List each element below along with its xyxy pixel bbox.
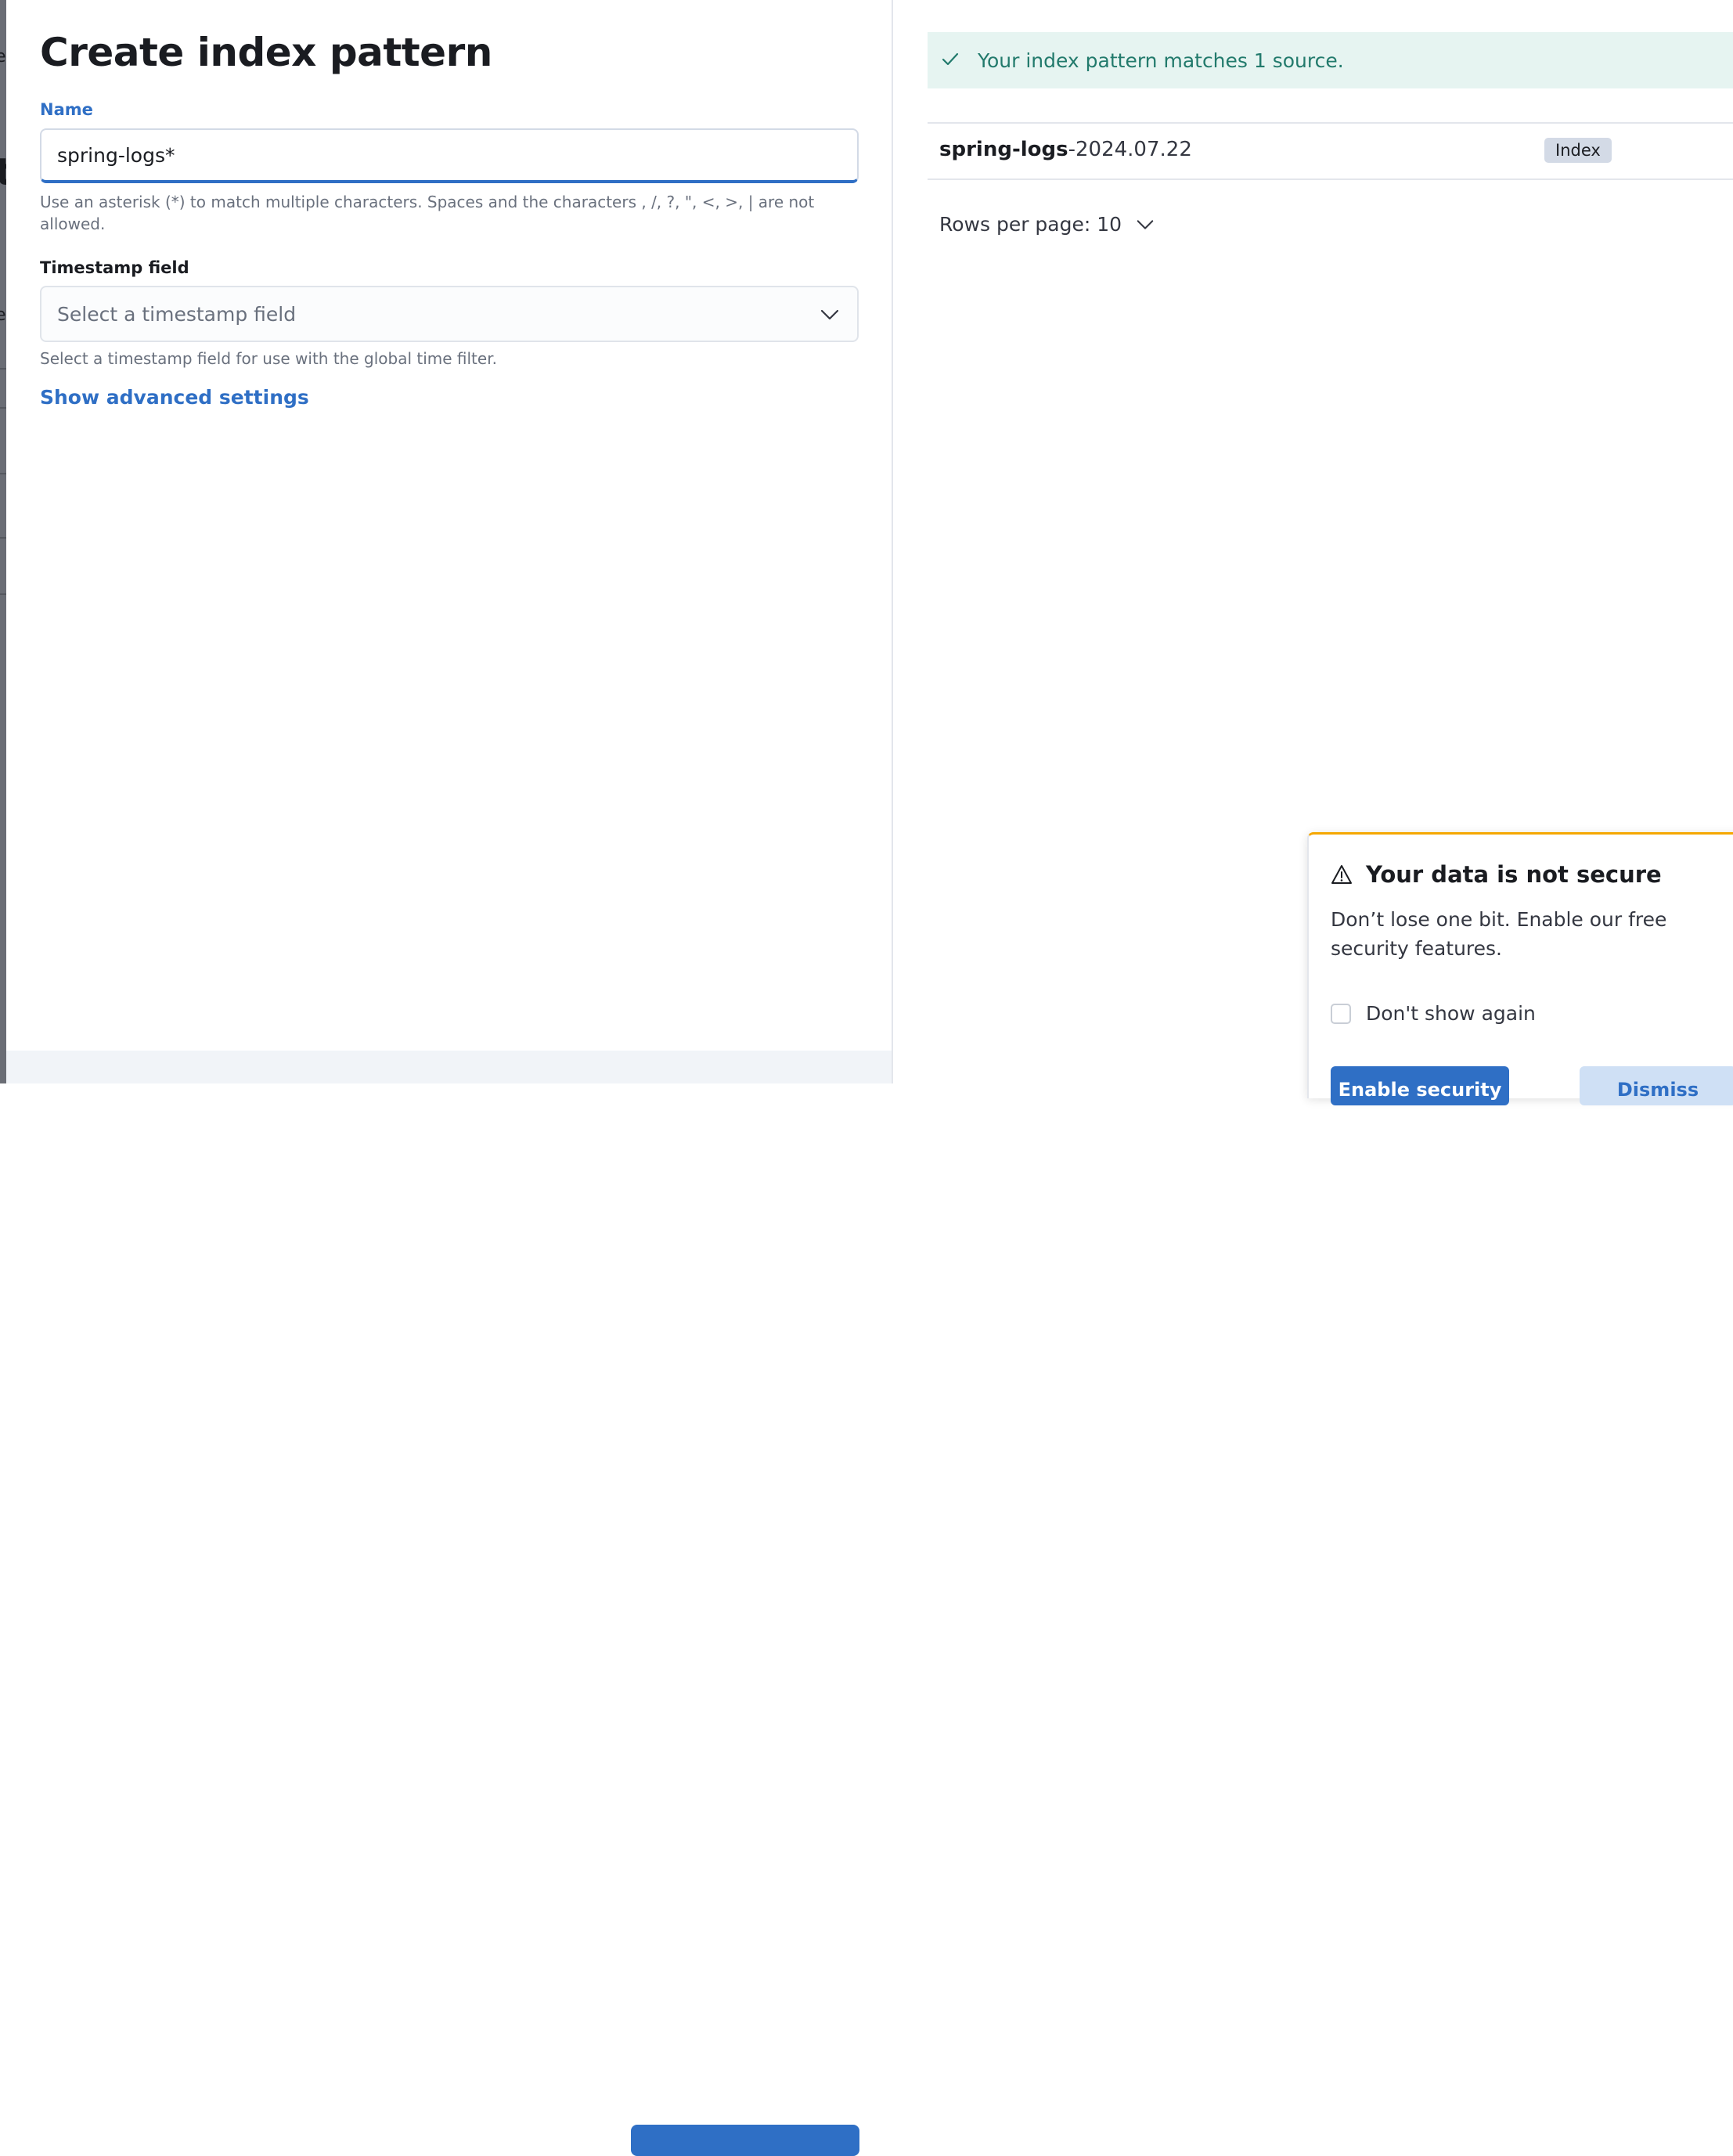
show-advanced-settings-link[interactable]: Show advanced settings [40, 386, 309, 409]
match-success-callout: Your index pattern matches 1 source. [928, 32, 1733, 88]
backdrop-glyph: e [0, 305, 6, 325]
index-pattern-name-input[interactable] [40, 128, 859, 183]
warning-icon [1331, 864, 1353, 888]
backdrop-divider [0, 407, 6, 409]
dont-show-again-checkbox[interactable] [1331, 1004, 1351, 1024]
name-help-text: Use an asterisk (*) to match multiple ch… [40, 193, 815, 233]
table-divider [928, 178, 1733, 180]
source-type-badge: Index [1544, 138, 1612, 163]
form-footer-bar [6, 1051, 892, 2156]
timestamp-field-label: Timestamp field [40, 258, 189, 277]
dont-show-again-label[interactable]: Don't show again [1366, 1002, 1536, 1025]
backdrop-divider [0, 593, 6, 595]
timestamp-field-select[interactable]: Select a timestamp field [40, 286, 859, 342]
source-name-match: spring-logs [939, 138, 1068, 161]
rows-per-page-label: Rows per page: 10 [939, 213, 1122, 236]
backdrop-divider [0, 473, 6, 474]
page-title: Create index pattern [40, 30, 492, 75]
backdrop-glyph: e [0, 47, 6, 67]
toast-body-text: Don’t lose one bit. Enable our free secu… [1331, 908, 1667, 960]
match-message: Your index pattern matches 1 source. [978, 49, 1344, 72]
source-name: spring-logs-2024.07.22 [939, 138, 1192, 161]
backdrop-glyph: t [0, 150, 6, 194]
index-pattern-form-panel: Create index pattern Name Use an asteris… [6, 0, 893, 2156]
toast-title: Your data is not secure [1366, 861, 1662, 888]
dismiss-button[interactable]: Dismiss [1580, 1066, 1733, 1105]
timestamp-help-text: Select a timestamp field for use with th… [40, 349, 497, 368]
timestamp-select-placeholder: Select a timestamp field [57, 303, 297, 326]
chevron-down-icon [1137, 219, 1154, 229]
create-index-pattern-button[interactable] [631, 2125, 859, 2156]
chevron-down-icon [820, 305, 840, 328]
modal-backdrop: e t e [0, 0, 6, 1083]
backdrop-divider [0, 537, 6, 539]
name-field-label: Name [40, 100, 93, 119]
table-row: spring-logs-2024.07.22 Index [928, 124, 1733, 178]
check-icon [940, 49, 960, 73]
security-warning-toast: Your data is not secure Don’t lose one b… [1307, 832, 1733, 1105]
backdrop-divider [0, 368, 6, 370]
source-name-rest: -2024.07.22 [1068, 138, 1192, 161]
enable-security-button[interactable]: Enable security [1331, 1066, 1509, 1105]
rows-per-page-button[interactable]: Rows per page: 10 [939, 213, 1155, 236]
